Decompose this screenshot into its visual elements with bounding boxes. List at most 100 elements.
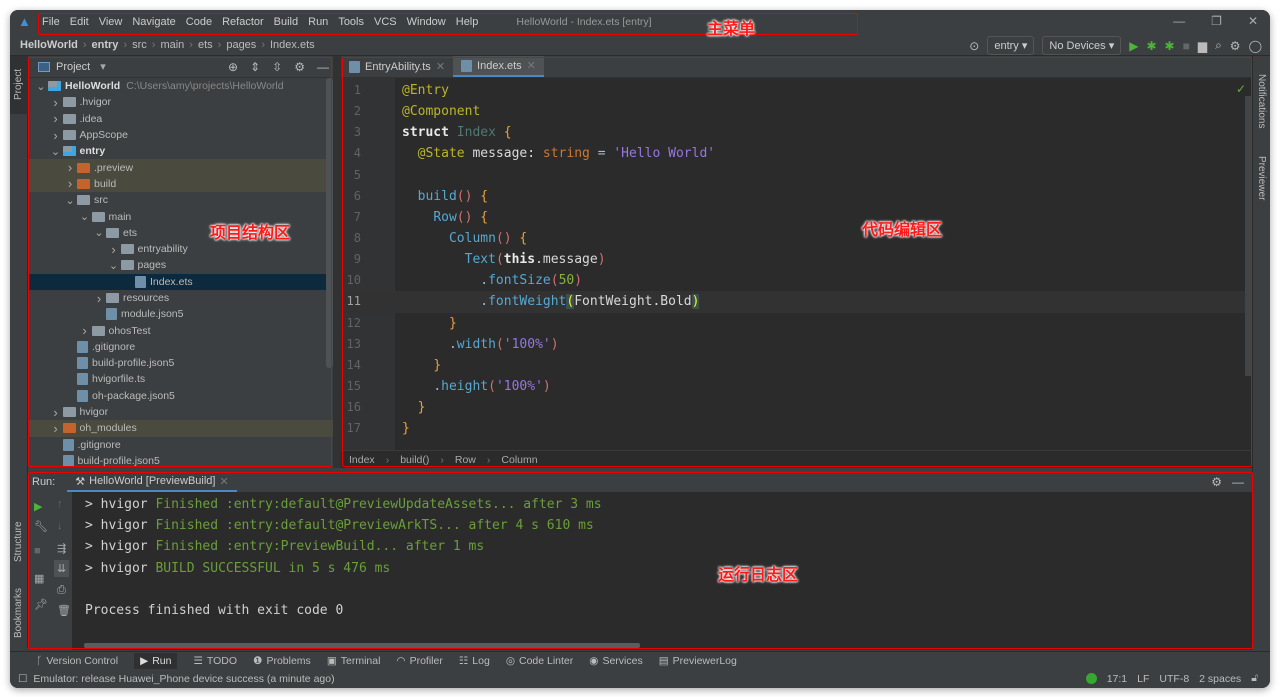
status-panel-icon[interactable]: ☐ [18, 673, 27, 685]
breadcrumb-item[interactable]: main [160, 39, 184, 51]
chevron-down-icon[interactable]: ⌄ [63, 194, 77, 207]
close-tab-icon[interactable]: ✕ [527, 59, 536, 72]
breadcrumb-item[interactable]: src [132, 39, 147, 51]
tree-item[interactable]: › .preview [28, 159, 333, 176]
code-line[interactable]: 9 Text(this.message) [341, 249, 1252, 270]
chevron-right-icon[interactable]: › [92, 291, 106, 306]
bookmarks-tool-button[interactable]: Bookmarks [13, 588, 24, 638]
chevron-down-icon[interactable]: ⌄ [49, 145, 63, 158]
close-tab-icon[interactable]: ✕ [436, 60, 445, 73]
tool-tab-problems[interactable]: ❶ Problems [253, 655, 311, 667]
code-line[interactable]: 11 .fontWeight(FontWeight.Bold) [341, 291, 1252, 313]
tree-item[interactable]: oh-package.json5 [28, 388, 333, 404]
account-icon[interactable]: ◯ [1249, 39, 1262, 53]
stop-icon[interactable]: ■ [1183, 39, 1190, 53]
tree-item[interactable]: module.json5 [28, 306, 333, 322]
locate-icon[interactable]: ⊕ [228, 60, 238, 74]
chevron-down-icon[interactable]: ⌄ [92, 226, 106, 239]
chevron-right-icon[interactable]: › [49, 95, 63, 110]
line-separator[interactable]: LF [1137, 673, 1149, 685]
code-line[interactable]: 13 .width('100%') [341, 334, 1252, 355]
code-line[interactable]: 14 } [341, 355, 1252, 376]
code-line[interactable]: 16 } [341, 397, 1252, 418]
project-view-select[interactable]: Project [56, 61, 90, 73]
menu-view[interactable]: View [99, 16, 123, 28]
tool-tab-services[interactable]: ◉ Services [589, 655, 642, 667]
tool-tab-terminal[interactable]: ▣ Terminal [327, 655, 381, 667]
tree-item[interactable]: › hvigor [28, 404, 333, 420]
chevron-down-icon[interactable]: ⌄ [107, 259, 121, 272]
project-structure-icon[interactable]: ▆ [1198, 39, 1207, 53]
chevron-right-icon[interactable]: › [49, 421, 63, 436]
close-tab-icon[interactable]: ✕ [219, 475, 228, 488]
target-icon[interactable]: ⊙ [969, 39, 979, 53]
menu-vcs[interactable]: VCS [374, 16, 397, 28]
menu-run[interactable]: Run [308, 16, 328, 28]
menu-edit[interactable]: Edit [70, 16, 89, 28]
breadcrumb-item[interactable]: ets [198, 39, 213, 51]
editor-tab[interactable]: EntryAbility.ts ✕ [341, 56, 453, 77]
soft-wrap-icon[interactable]: ⇶ [57, 542, 66, 555]
chevron-right-icon[interactable]: › [107, 242, 121, 257]
menu-window[interactable]: Window [407, 16, 446, 28]
editor-scrollbar[interactable] [1245, 96, 1252, 376]
run-tab[interactable]: ⚒ HelloWorld [PreviewBuild] ✕ [67, 472, 237, 492]
tool-tab-run[interactable]: ▶ Run [134, 653, 178, 669]
cursor-position[interactable]: 17:1 [1107, 673, 1127, 685]
attach-debugger-icon[interactable]: ✱ [1165, 39, 1175, 53]
breadcrumb-item[interactable]: Index.ets [270, 39, 315, 51]
chevron-right-icon[interactable]: › [49, 111, 63, 126]
run-icon[interactable]: ▶ [1129, 39, 1138, 53]
tree-item[interactable]: › .idea [28, 111, 333, 127]
tree-item[interactable]: Index.ets [28, 273, 333, 290]
status-indicator-icon[interactable] [1085, 673, 1097, 684]
editor-breadcrumb-item[interactable]: Column [501, 454, 537, 466]
breadcrumb-item[interactable]: HelloWorld [20, 39, 78, 51]
notifications-tool-button[interactable]: Notifications [1256, 74, 1267, 128]
tree-item[interactable]: › build [28, 175, 333, 193]
indent-setting[interactable]: 2 spaces [1199, 673, 1241, 685]
pin-icon[interactable]: 📌︎ [34, 598, 48, 611]
tree-item[interactable]: .gitignore [28, 437, 333, 453]
chevron-right-icon[interactable]: › [49, 128, 63, 143]
down-icon[interactable]: ↓ [57, 520, 63, 532]
menu-build[interactable]: Build [274, 16, 298, 28]
tool-tab-todo[interactable]: ☰ TODO [193, 655, 237, 667]
scroll-to-end-icon[interactable]: ⇊ [54, 560, 70, 577]
chevron-down-icon[interactable]: ▾ [100, 60, 106, 73]
tree-item[interactable]: › oh_modules [28, 420, 333, 437]
chevron-right-icon[interactable]: › [49, 405, 63, 420]
chevron-right-icon[interactable]: › [78, 323, 92, 338]
editor-tab[interactable]: Index.ets ✕ [453, 56, 544, 77]
trash-icon[interactable]: 🗑︎ [57, 604, 71, 617]
code-line[interactable]: 12 } [341, 313, 1252, 334]
tree-item[interactable]: build-profile.json5 [28, 355, 333, 371]
tree-item[interactable]: build-profile.json5 [28, 453, 333, 468]
editor-breadcrumb-item[interactable]: Index [349, 454, 375, 466]
code-line[interactable]: 17} [341, 418, 1252, 439]
code-line[interactable]: 1 @Entry [341, 80, 1252, 101]
menu-help[interactable]: Help [456, 16, 479, 28]
log-scrollbar[interactable] [84, 643, 640, 648]
layout-icon[interactable]: ▦ [34, 572, 44, 585]
project-scrollbar[interactable] [326, 78, 333, 368]
tool-tab-previewerlog[interactable]: ▤ PreviewerLog [659, 655, 737, 667]
code-line[interactable]: 15 .height('100%') [341, 376, 1252, 397]
code-line[interactable]: 5 [341, 165, 1252, 186]
hide-icon[interactable]: — [1232, 475, 1244, 489]
close-icon[interactable]: ✕ [1248, 14, 1258, 28]
file-encoding[interactable]: UTF-8 [1159, 673, 1189, 685]
tool-tab-version-control[interactable]: ᚴ Version Control [36, 655, 118, 667]
print-icon[interactable]: ⎙ [57, 584, 66, 597]
tree-item[interactable]: hvigorfile.ts [28, 371, 333, 387]
lock-icon[interactable]: 🔓︎ [1251, 672, 1258, 685]
collapse-all-icon[interactable]: ⇳ [272, 60, 282, 74]
tree-item[interactable]: ⌄ pages [28, 257, 333, 273]
restore-icon[interactable]: ❐ [1211, 14, 1222, 28]
editor-breadcrumb-item[interactable]: Row [455, 454, 476, 466]
code-line[interactable]: 2 @Component [341, 101, 1252, 122]
menu-navigate[interactable]: Navigate [132, 16, 175, 28]
expand-all-icon[interactable]: ⇕ [250, 60, 260, 74]
wrench-icon[interactable]: 🔧︎ [34, 520, 48, 533]
tree-item[interactable]: › AppScope [28, 127, 333, 143]
